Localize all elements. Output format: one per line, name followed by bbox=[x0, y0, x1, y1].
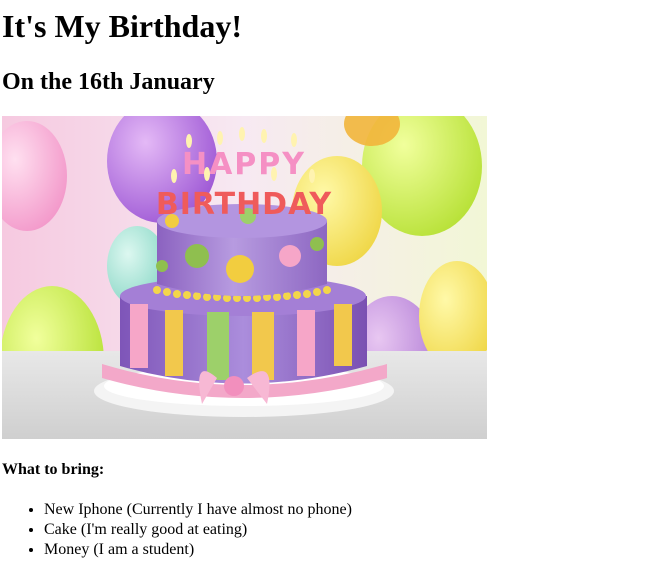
birthday-cake-image: HAPPY BIRTHDAY bbox=[2, 116, 487, 439]
list-item: New Iphone (Currently I have almost no p… bbox=[44, 500, 352, 520]
list-item: Money (I am a student) bbox=[44, 540, 352, 560]
bring-list: New Iphone (Currently I have almost no p… bbox=[2, 500, 352, 560]
svg-text:BIRTHDAY: BIRTHDAY bbox=[156, 187, 333, 222]
page-title: It's My Birthday! bbox=[2, 8, 242, 44]
page-subtitle: On the 16th January bbox=[2, 69, 215, 95]
bring-heading: What to bring: bbox=[2, 461, 105, 478]
list-item: Cake (I'm really good at eating) bbox=[44, 520, 352, 540]
candle-text: HAPPY bbox=[182, 147, 306, 182]
